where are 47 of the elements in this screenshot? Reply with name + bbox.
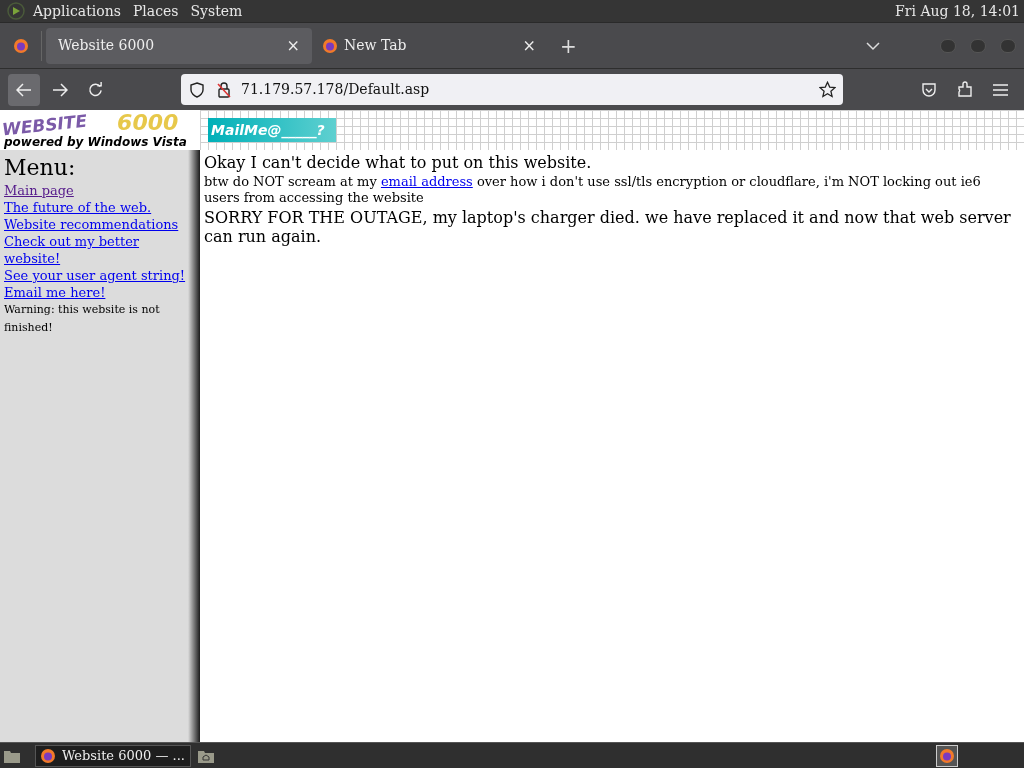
list-tabs-icon[interactable] (866, 40, 880, 51)
pocket-icon[interactable] (921, 81, 937, 98)
browser-tab[interactable]: New Tab × (314, 27, 544, 64)
note-paragraph: btw do NOT scream at my email address over how i don't use ssl/tls encryption or cloudflare, i'm NOT locking out ie6 users from accessing the website (204, 174, 982, 206)
outage-notice: SORRY FOR THE OUTAGE, my laptop's charger died. we have replaced it and now that web server can run again. (204, 208, 1012, 246)
menu-heading: Menu: (4, 154, 77, 182)
logo-icon[interactable] (7, 2, 25, 20)
extensions-icon[interactable] (957, 81, 973, 98)
content-heading: Okay I can't decide what to put on this website. (204, 152, 593, 174)
panel-menu[interactable]: System (190, 0, 243, 22)
panel-menu[interactable]: Places (132, 0, 179, 22)
firefox-icon (322, 37, 338, 54)
sidebar-link[interactable]: Email me here! (4, 284, 106, 301)
tab-title: Website 6000 (58, 36, 155, 55)
back-button[interactable] (8, 73, 40, 106)
tab-close-button[interactable]: × (522, 33, 536, 58)
tab-close-button[interactable]: × (286, 33, 300, 58)
shield-icon[interactable] (189, 81, 205, 98)
tray-firefox-button[interactable] (936, 744, 958, 767)
url-text: 71.179.57.178/Default.asp (241, 80, 430, 99)
logo-number: 6000 (117, 112, 179, 134)
forward-arrow-icon[interactable] (52, 82, 68, 97)
sidebar-link[interactable]: See your user agent string! (4, 267, 186, 284)
browser-tab[interactable]: Website 6000 × (46, 27, 312, 64)
panel-menu[interactable]: Applications (33, 0, 121, 22)
sidebar-link[interactable]: The future of the web. (4, 199, 152, 216)
star-icon[interactable] (819, 81, 836, 98)
tagline: powered by Windows Vista (4, 135, 188, 150)
crossed-lock-icon[interactable] (217, 81, 231, 98)
website-logo[interactable]: WEBSITE 6000 powered by Windows Vista (0, 110, 200, 150)
back-arrow-icon (16, 82, 32, 97)
sidebar-link[interactable]: Website recommendations (4, 216, 179, 233)
reload-icon[interactable] (88, 82, 103, 97)
email-link[interactable]: email address (380, 174, 473, 189)
sidebar-link[interactable]: Check out my better website! (4, 233, 188, 267)
firefox-icon (939, 747, 955, 764)
sidebar-link[interactable]: Main page (4, 182, 74, 199)
tab-title: New Tab (344, 36, 407, 55)
menu-icon[interactable] (993, 83, 1008, 96)
window-button-label: Website 6000 — ... (62, 746, 185, 765)
warning-text: Warning: this website is not finished! (4, 302, 161, 336)
clock: Fri Aug 18, 14:01 (895, 1, 1020, 21)
address-bar[interactable]: 71.179.57.178/Default.asp (181, 74, 843, 105)
new-tab-button[interactable]: + (554, 30, 583, 61)
firefox-icon (40, 747, 56, 764)
firefox-icon[interactable] (12, 37, 29, 54)
taskbar-window-button[interactable]: Website 6000 — ... (35, 744, 191, 767)
